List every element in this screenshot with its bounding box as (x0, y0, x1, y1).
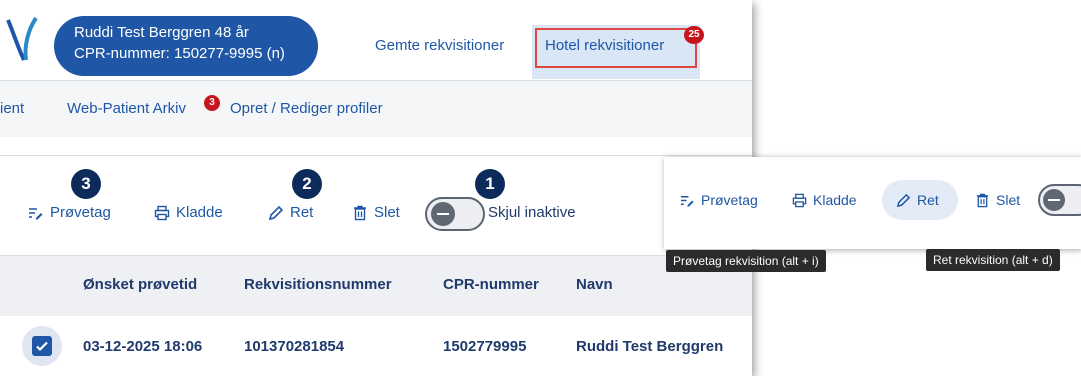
ret-button[interactable]: Ret (268, 204, 313, 221)
list-edit-icon (29, 207, 43, 219)
pencil-icon (896, 193, 911, 207)
logo-icon (6, 16, 38, 61)
inset-slet-label: Slet (996, 192, 1021, 208)
hotel-requisitions-link[interactable]: Hotel rekvisitioner (545, 37, 664, 54)
tooltip-ret: Ret rekvisition (alt + d) (926, 249, 1060, 271)
step-1-marker: 1 (475, 169, 505, 199)
column-header-cpr[interactable]: CPR-nummer (443, 276, 539, 293)
main-screenshot-panel: Ruddi Test Berggren 48 år CPR-nummer: 15… (0, 0, 752, 376)
nav-item-patient[interactable]: ient (0, 100, 24, 117)
step-2-marker: 2 (292, 169, 322, 199)
slet-button[interactable]: Slet (352, 204, 400, 221)
checkbox-checked (32, 336, 52, 356)
column-header-navn[interactable]: Navn (576, 276, 613, 293)
skjul-inaktive-label: Skjul inaktive (488, 204, 576, 221)
hotel-count-badge: 25 (684, 26, 704, 44)
inset-ret-button[interactable]: Ret (896, 192, 939, 208)
toggle-knob (431, 202, 455, 226)
cell-provetid: 03-12-2025 18:06 (83, 338, 203, 355)
nav-item-profiler[interactable]: Opret / Rediger profiler (230, 100, 383, 117)
inset-kladde-label: Kladde (813, 192, 857, 208)
list-edit-icon (680, 195, 694, 207)
patient-name: Ruddi Test Berggren 48 år (74, 24, 249, 41)
inset-kladde-button[interactable]: Kladde (792, 192, 857, 208)
toggle-knob (1043, 189, 1065, 211)
cell-cpr: 1502779995 (443, 338, 527, 355)
patient-pill[interactable]: Ruddi Test Berggren 48 år CPR-nummer: 15… (54, 16, 318, 76)
skjul-inaktive-toggle[interactable] (425, 197, 485, 231)
column-header-rekvisitionsnummer[interactable]: Rekvisitionsnummer (244, 276, 392, 293)
cell-rekvisitionsnummer: 101370281854 (244, 338, 345, 355)
arkiv-count-badge: 3 (204, 95, 220, 111)
pencil-icon (268, 205, 284, 220)
trash-icon (354, 205, 366, 220)
checkmark-icon (36, 341, 48, 352)
inset-proevetag-button[interactable]: Prøvetag (680, 192, 758, 208)
column-header-provetid[interactable]: Ønsket prøvetid (83, 276, 197, 293)
nav-item-web-patient-arkiv[interactable]: Web-Patient Arkiv (67, 100, 186, 117)
slet-label: Slet (374, 204, 400, 221)
printer-icon (154, 205, 170, 220)
saved-requisitions-link[interactable]: Gemte rekvisitioner (375, 37, 504, 54)
ret-label: Ret (290, 204, 314, 221)
tooltip-proevetag: Prøvetag rekvisition (alt + i) (666, 250, 826, 272)
kladde-label: Kladde (176, 204, 223, 221)
app-header: Ruddi Test Berggren 48 år CPR-nummer: 15… (0, 0, 752, 80)
proevetag-button[interactable]: Prøvetag (28, 204, 111, 221)
inset-ret-label: Ret (917, 192, 939, 208)
patient-cpr: CPR-nummer: 150277-9995 (n) (74, 45, 285, 62)
inset-toggle[interactable] (1038, 184, 1081, 216)
step-3-marker: 3 (71, 169, 101, 199)
row-checkbox[interactable] (22, 326, 62, 366)
kladde-button[interactable]: Kladde (154, 204, 223, 221)
printer-icon (792, 193, 807, 207)
inset-proevetag-label: Prøvetag (701, 192, 758, 208)
divider (0, 137, 752, 156)
trash-icon (976, 193, 989, 207)
proevetag-label: Prøvetag (50, 204, 111, 221)
cell-navn: Ruddi Test Berggren (576, 338, 724, 355)
inset-slet-button[interactable]: Slet (975, 192, 1020, 208)
